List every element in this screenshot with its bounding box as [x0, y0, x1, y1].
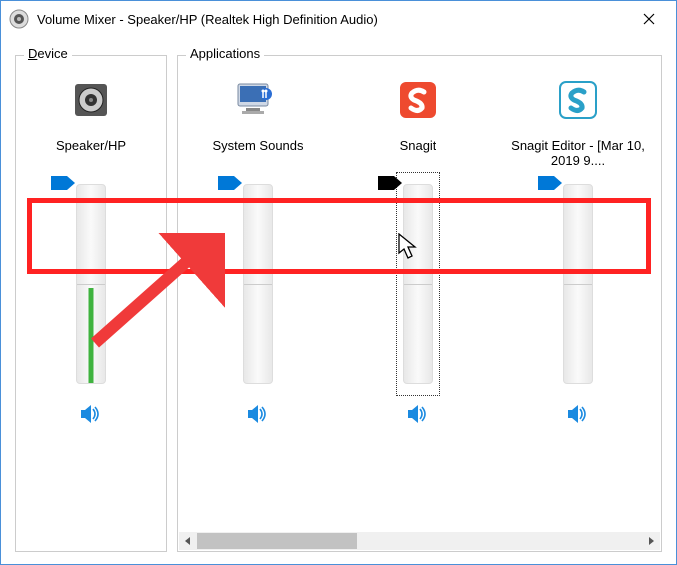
- app-column-system-sounds: System Sounds: [178, 56, 338, 532]
- scrollbar-track[interactable]: [197, 532, 642, 550]
- app-name[interactable]: System Sounds: [212, 138, 303, 172]
- window-title: Volume Mixer - Speaker/HP (Realtek High …: [37, 12, 626, 27]
- device-panel: Device Speaker/HP: [15, 55, 167, 552]
- app-slider-thumb[interactable]: [538, 176, 562, 190]
- app-name[interactable]: Snagit: [400, 138, 437, 172]
- scrollbar-thumb[interactable]: [197, 533, 357, 549]
- device-column: Speaker/HP: [16, 56, 166, 428]
- device-slider-thumb[interactable]: [51, 176, 75, 190]
- applications-row: System Sounds Snagit: [178, 56, 661, 532]
- applications-panel: Applications System Sounds: [177, 55, 662, 552]
- device-mute-button[interactable]: [74, 400, 108, 428]
- content-area: Device Speaker/HP Applications: [1, 37, 676, 564]
- snagit-icon[interactable]: [394, 76, 442, 124]
- app-mute-button[interactable]: [241, 400, 275, 428]
- app-mute-button[interactable]: [401, 400, 435, 428]
- app-name[interactable]: Snagit Editor - [Mar 10, 2019 9....: [508, 138, 648, 172]
- scroll-right-button[interactable]: [642, 532, 660, 550]
- app-icon: [9, 9, 29, 29]
- app-slider-snagit-editor[interactable]: [548, 184, 608, 394]
- app-slider-thumb[interactable]: [378, 176, 402, 190]
- titlebar: Volume Mixer - Speaker/HP (Realtek High …: [1, 1, 676, 37]
- speaker-device-icon[interactable]: [67, 76, 115, 124]
- app-column-snagit-editor: Snagit Editor - [Mar 10, 2019 9....: [498, 56, 658, 532]
- scroll-left-button[interactable]: [179, 532, 197, 550]
- app-slider-thumb[interactable]: [218, 176, 242, 190]
- snagit-editor-icon[interactable]: [554, 76, 602, 124]
- device-panel-label: Device: [24, 46, 72, 61]
- app-mute-button[interactable]: [561, 400, 595, 428]
- device-level-indicator: [89, 288, 94, 383]
- app-column-snagit: Snagit: [338, 56, 498, 532]
- device-name[interactable]: Speaker/HP: [56, 138, 126, 172]
- app-slider-snagit[interactable]: [388, 184, 448, 394]
- app-slider-system-sounds[interactable]: [228, 184, 288, 394]
- close-button[interactable]: [626, 4, 672, 34]
- device-slider[interactable]: [61, 184, 121, 394]
- horizontal-scrollbar[interactable]: [179, 532, 660, 550]
- applications-panel-label: Applications: [186, 46, 264, 61]
- system-sounds-icon[interactable]: [234, 76, 282, 124]
